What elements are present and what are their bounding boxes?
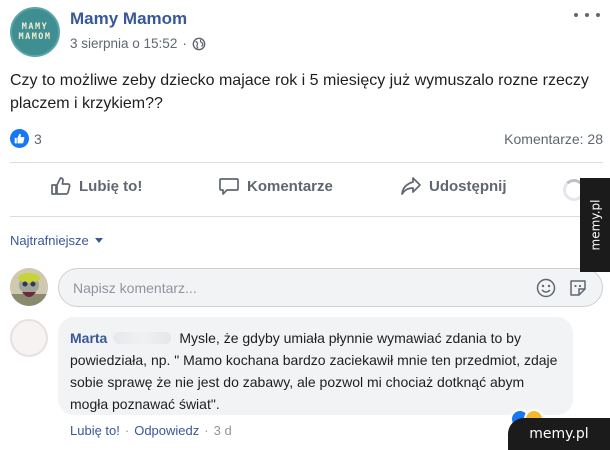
emoji-icon[interactable] [536,278,556,298]
caret-down-icon [94,238,103,243]
comment-body: Marta Mysle, że gdyby umiała płynnie wyma… [70,327,565,415]
like-button-label: Lubię to! [79,177,143,195]
sort-label: Najtrafniejsze [10,233,89,248]
more-options-icon[interactable] [574,7,600,23]
comment-reply-link[interactable]: Odpowiedz [134,423,199,438]
share-icon [401,177,421,195]
redacted-surname [113,332,172,344]
comment-action-separator: · [204,423,209,438]
more-dot [574,13,578,17]
stats-divider [10,162,603,163]
comment-actions: Lubię to! · Odpowiedz · 3 d [70,423,232,438]
share-button-label: Udostępnij [429,177,507,195]
like-button[interactable]: Lubię to! [50,176,142,196]
comment-like-link[interactable]: Lubię to! [70,423,120,438]
comment-count-link[interactable]: Komentarze: 28 [504,131,603,147]
comment-timestamp[interactable]: 3 d [214,423,232,438]
comment-input-placeholder: Napisz komentarz... [73,280,197,296]
post-date-link[interactable]: 3 sierpnia o 15:52 [70,36,177,51]
side-watermark-text: memy.pl [588,199,603,251]
meta-separator: · [182,36,187,51]
sticker-icon[interactable] [568,278,588,298]
share-button[interactable]: Udostępnij [400,176,507,196]
post-header: MAMY MAMOM Mamy Mamom 3 sierpnia o 15:52… [10,7,600,57]
comment-action-separator: · [124,423,130,438]
page-name-link[interactable]: Mamy Mamom [70,9,187,29]
bottom-watermark-text: memy.pl [529,426,589,442]
comment-bubble: Marta Mysle, że gdyby umiała płynnie wyma… [58,317,573,415]
bottom-watermark: memy.pl [508,418,610,450]
more-dot [596,13,600,17]
comment-author-link[interactable]: Marta [70,330,107,346]
comment-button[interactable]: Komentarze [218,176,333,196]
commenter-avatar[interactable] [10,319,48,357]
comment-sort-dropdown[interactable]: Najtrafniejsze [10,233,103,248]
avatar-logo-line-2: MAMOM [18,32,52,42]
post-actions: Lubię to! Komentarze Udostępnij [10,170,585,210]
post-stats: 3 Komentarze: 28 [10,128,603,150]
comment-button-label: Komentarze [247,177,333,195]
page-avatar[interactable]: MAMY MAMOM [10,7,60,57]
post-text: Czy to możliwe zeby dziecko majace rok i… [10,72,589,112]
post-meta: 3 sierpnia o 15:52 · [70,36,206,51]
like-reaction-icon[interactable] [10,129,29,148]
actions-divider [10,216,585,217]
thumbs-up-icon [51,177,71,195]
avatar-logo-line-1: MAMY [21,22,49,32]
comment-input[interactable]: Napisz komentarz... [58,268,603,307]
side-watermark: memy.pl [580,178,610,272]
like-count[interactable]: 3 [34,131,42,147]
comment-icon [219,178,239,195]
more-dot [585,13,589,17]
current-user-avatar[interactable] [10,268,48,306]
globe-icon[interactable] [192,37,206,51]
